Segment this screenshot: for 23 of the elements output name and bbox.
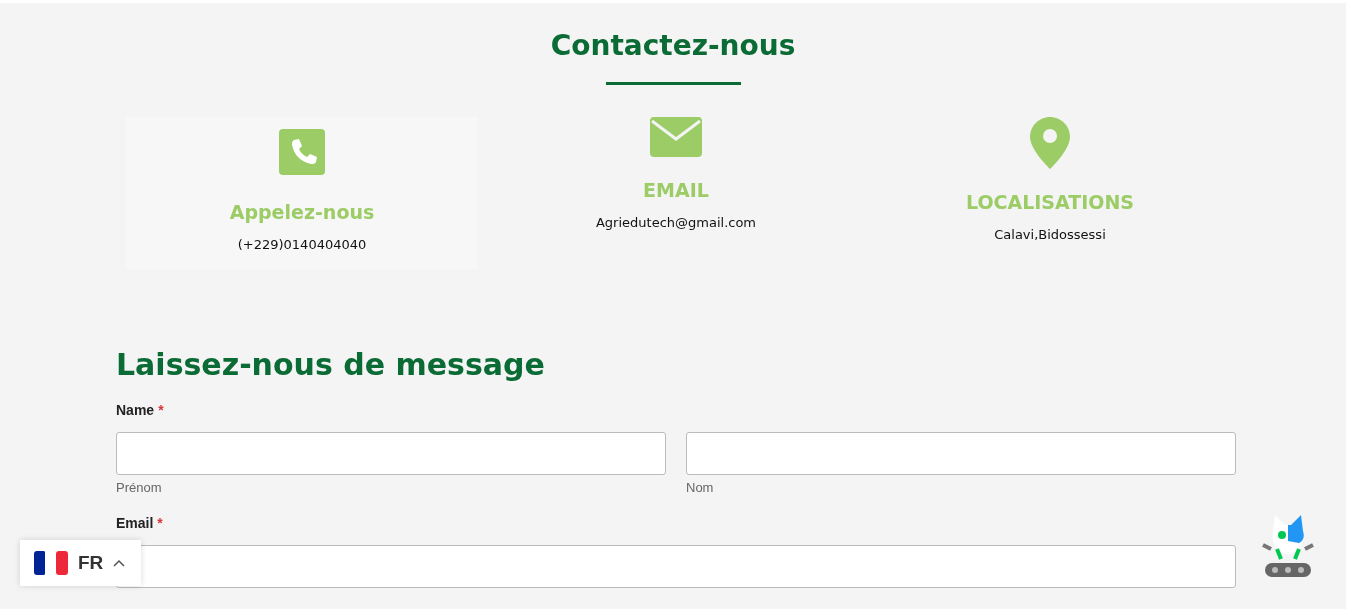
contact-detail: Calavi,Bidossessi — [994, 227, 1106, 242]
field-sublabel: Nom — [686, 480, 714, 495]
contact-detail: Agriedutech@gmail.com — [595, 215, 757, 230]
location-pin-icon — [1030, 117, 1070, 169]
contact-heading: LOCALISATIONS — [965, 191, 1135, 213]
contact-heading: Appelez-nous — [229, 201, 375, 223]
field-label: Email — [116, 515, 154, 531]
form-title: Laissez-nous de message — [116, 347, 546, 382]
phone-icon — [279, 129, 325, 175]
section-title: Contactez-nous — [550, 28, 796, 62]
text-input[interactable] — [116, 545, 1236, 588]
text-input[interactable] — [116, 432, 666, 475]
flag-icon — [34, 551, 68, 575]
required-mark: * — [158, 402, 164, 418]
contact-detail: (+229)0140404040 — [237, 237, 367, 252]
language-switcher[interactable]: FR — [20, 540, 141, 586]
field-label: Name — [116, 402, 155, 418]
contact-heading: EMAIL — [643, 179, 709, 201]
text-input[interactable] — [686, 432, 1236, 475]
required-mark: * — [157, 515, 163, 531]
envelope-icon — [650, 117, 702, 157]
field-sublabel: Prénom — [116, 480, 162, 495]
caret-icon — [113, 559, 126, 567]
